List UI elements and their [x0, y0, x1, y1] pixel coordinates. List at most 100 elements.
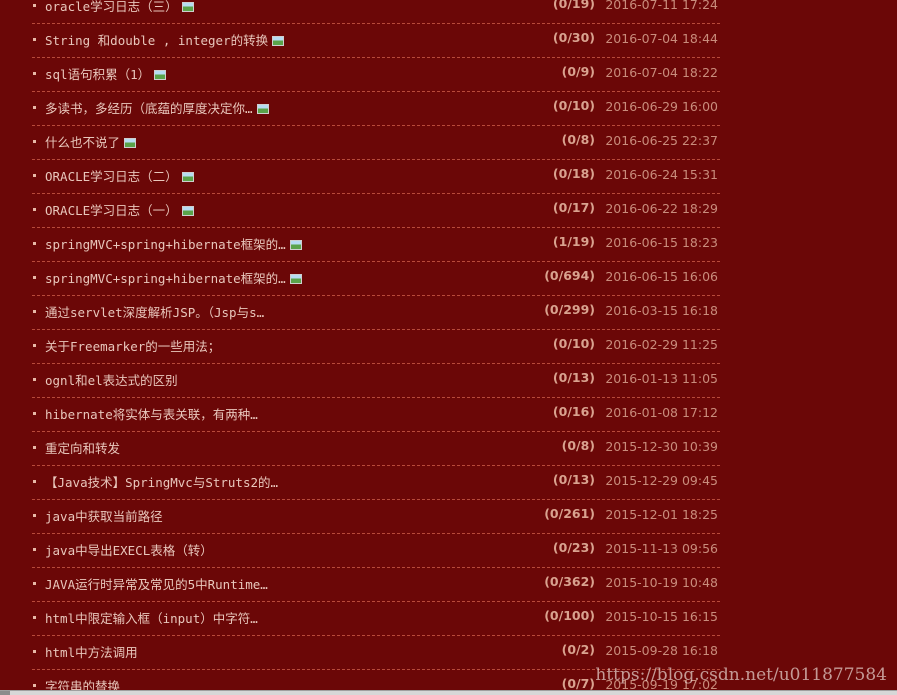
post-date: 2016-06-24 15:31: [605, 167, 718, 182]
post-date: 2016-01-08 17:12: [605, 405, 718, 420]
broken-image-icon: [124, 138, 137, 148]
article-title-link[interactable]: 多读书，多经历（底蕴的厚度决定你…: [45, 101, 269, 117]
post-date: 2015-10-15 16:15: [605, 609, 718, 624]
article-title: oracle学习日志（三）: [45, 0, 178, 14]
article-row: ORACLE学习日志（一） (0/17) 2016-06-22 18:29: [32, 194, 720, 228]
post-date: 2016-07-04 18:22: [605, 65, 718, 80]
comment-view-count: (0/261): [544, 506, 595, 521]
bullet-icon: [33, 582, 36, 585]
article-title-link[interactable]: ORACLE学习日志（一）: [45, 203, 194, 219]
bullet-icon: [33, 378, 36, 381]
comment-view-count: (0/100): [544, 608, 595, 623]
comment-view-count: (0/13): [552, 370, 595, 385]
article-title: springMVC+spring+hibernate框架的…: [45, 237, 286, 252]
broken-image-icon: [181, 206, 194, 216]
article-row: 通过servlet深度解析JSP。（Jsp与s… (0/299) 2016-03-1…: [32, 296, 720, 330]
article-title-link[interactable]: 重定向和转发: [45, 441, 120, 457]
article-row: sql语句积累（1） (0/9) 2016-07-04 18:22: [32, 58, 720, 92]
bullet-icon: [33, 684, 36, 687]
post-date: 2016-06-25 22:37: [605, 133, 718, 148]
comment-view-count: (0/299): [544, 302, 595, 317]
article-title-link[interactable]: springMVC+spring+hibernate框架的…: [45, 237, 302, 253]
article-row: oracle学习日志（三） (0/19) 2016-07-11 17:24: [32, 0, 720, 24]
post-date: 2016-02-29 11:25: [605, 337, 718, 352]
article-title: springMVC+spring+hibernate框架的…: [45, 271, 286, 286]
bullet-icon: [33, 446, 36, 449]
article-title: java中获取当前路径: [45, 509, 163, 524]
article-title: ognl和el表达式的区别: [45, 373, 178, 388]
article-title: java中导出EXECL表格（转）: [45, 543, 213, 558]
article-title-link[interactable]: 什么也不说了: [45, 135, 137, 151]
blog-article-list-page: oracle学习日志（三） (0/19) 2016-07-11 17:24 Strin…: [0, 0, 897, 695]
bullet-icon: [33, 514, 36, 517]
article-title: ORACLE学习日志（二）: [45, 169, 178, 184]
article-row: hibernate将实体与表关联，有两种… (0/16) 2016-01-08 17…: [32, 398, 720, 432]
broken-image-icon: [256, 104, 269, 114]
post-date: 2015-11-13 09:56: [605, 541, 718, 556]
bullet-icon: [33, 4, 36, 7]
comment-view-count: (0/2): [561, 642, 595, 657]
post-date: 2016-06-15 18:23: [605, 235, 718, 250]
bullet-icon: [33, 480, 36, 483]
post-date: 2016-07-11 17:24: [605, 0, 718, 12]
bullet-icon: [33, 310, 36, 313]
article-title: ORACLE学习日志（一）: [45, 203, 178, 218]
article-title: 多读书，多经历（底蕴的厚度决定你…: [45, 101, 253, 116]
comment-view-count: (0/30): [552, 30, 595, 45]
comment-view-count: (0/694): [544, 268, 595, 283]
article-row: ORACLE学习日志（二） (0/18) 2016-06-24 15:31: [32, 160, 720, 194]
article-title-link[interactable]: ognl和el表达式的区别: [45, 373, 178, 389]
bullet-icon: [33, 412, 36, 415]
article-title: sql语句积累（1）: [45, 67, 151, 82]
bullet-icon: [33, 276, 36, 279]
article-row: java中导出EXECL表格（转） (0/23) 2015-11-13 09:56: [32, 534, 720, 568]
broken-image-icon: [181, 172, 194, 182]
bullet-icon: [33, 72, 36, 75]
article-title-link[interactable]: html中方法调用: [45, 645, 138, 661]
bullet-icon: [33, 616, 36, 619]
post-date: 2016-03-15 16:18: [605, 303, 718, 318]
article-title-link[interactable]: ORACLE学习日志（二）: [45, 169, 194, 185]
article-row: ognl和el表达式的区别 (0/13) 2016-01-13 11:05: [32, 364, 720, 398]
article-title-link[interactable]: 通过servlet深度解析JSP。（Jsp与s…: [45, 305, 264, 321]
scrollbar-thumb[interactable]: [0, 691, 10, 695]
article-title-link[interactable]: 关于Freemarker的一些用法；: [45, 339, 220, 355]
article-title-link[interactable]: java中导出EXECL表格（转）: [45, 543, 213, 559]
article-title-link[interactable]: oracle学习日志（三）: [45, 0, 194, 15]
article-row: 什么也不说了 (0/8) 2016-06-25 22:37: [32, 126, 720, 160]
article-title-link[interactable]: java中获取当前路径: [45, 509, 163, 525]
article-row: springMVC+spring+hibernate框架的… (1/19) 2016…: [32, 228, 720, 262]
post-date: 2016-06-15 16:06: [605, 269, 718, 284]
comment-view-count: (0/17): [552, 200, 595, 215]
article-title: html中方法调用: [45, 645, 138, 660]
broken-image-icon: [289, 274, 302, 284]
article-row: 【Java技术】SpringMvc与Struts2的… (0/13) 2015-12…: [32, 466, 720, 500]
article-list: oracle学习日志（三） (0/19) 2016-07-11 17:24 Strin…: [32, 0, 720, 695]
bullet-icon: [33, 106, 36, 109]
bullet-icon: [33, 208, 36, 211]
article-row: springMVC+spring+hibernate框架的… (0/694) 201…: [32, 262, 720, 296]
article-title: 关于Freemarker的一些用法；: [45, 339, 221, 354]
article-title-link[interactable]: sql语句积累（1）: [45, 67, 167, 83]
comment-view-count: (0/8): [561, 132, 595, 147]
article-title-link[interactable]: String 和double , integer的转换: [45, 33, 285, 49]
bullet-icon: [33, 174, 36, 177]
article-title-link[interactable]: hibernate将实体与表关联，有两种…: [45, 407, 258, 423]
comment-view-count: (0/19): [552, 0, 595, 11]
post-date: 2016-07-04 18:44: [605, 31, 718, 46]
comment-view-count: (0/10): [552, 98, 595, 113]
broken-image-icon: [289, 240, 302, 250]
article-title-link[interactable]: html中限定输入框（input）中字符…: [45, 611, 258, 627]
post-date: 2015-12-30 10:39: [605, 439, 718, 454]
horizontal-scrollbar[interactable]: [0, 690, 897, 695]
article-title-link[interactable]: 【Java技术】SpringMvc与Struts2的…: [45, 475, 278, 491]
post-date: 2016-06-22 18:29: [605, 201, 718, 216]
comment-view-count: (0/18): [552, 166, 595, 181]
post-date: 2016-06-29 16:00: [605, 99, 718, 114]
comment-view-count: (0/362): [544, 574, 595, 589]
article-title-link[interactable]: springMVC+spring+hibernate框架的…: [45, 271, 302, 287]
article-title-link[interactable]: JAVA运行时异常及常见的5中Runtime…: [45, 577, 268, 593]
watermark: https://blog.csdn.net/u011877584: [595, 665, 887, 685]
post-date: 2016-01-13 11:05: [605, 371, 718, 386]
bullet-icon: [33, 344, 36, 347]
